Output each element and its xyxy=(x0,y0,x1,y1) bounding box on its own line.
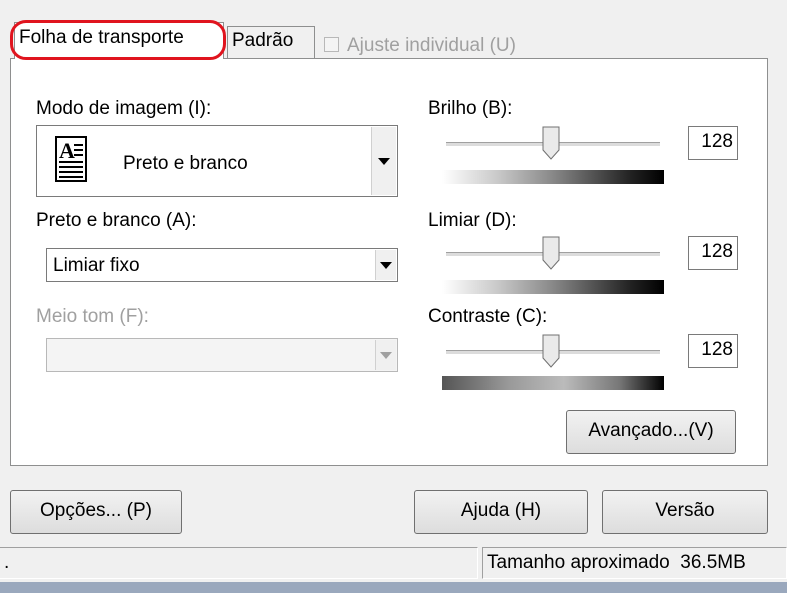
bw-select[interactable]: Limiar fixo xyxy=(46,248,398,282)
status-cell-size: Tamanho aproximado 36.5MB xyxy=(482,547,787,579)
brightness-gradient xyxy=(442,170,664,184)
threshold-gradient xyxy=(442,280,664,294)
halftone-label: Meio tom (F): xyxy=(36,306,149,327)
brightness-slider-thumb[interactable] xyxy=(542,126,560,160)
document-text-icon: A xyxy=(55,136,87,182)
brightness-label: Brilho (B): xyxy=(428,98,513,119)
image-mode-value: Preto e branco xyxy=(123,153,248,174)
tab-highlight-ring xyxy=(10,20,226,60)
bw-label: Preto e branco (A): xyxy=(36,210,197,231)
svg-text:A: A xyxy=(59,138,75,163)
threshold-label: Limiar (D): xyxy=(428,210,517,231)
contrast-slider-thumb[interactable] xyxy=(542,334,560,368)
status-left-text: . xyxy=(4,552,10,573)
image-mode-label: Modo de imagem (I): xyxy=(36,98,212,119)
bw-value: Limiar fixo xyxy=(53,255,140,276)
options-button[interactable]: Opções... (P) xyxy=(10,490,182,534)
individual-adjust-checkbox[interactable] xyxy=(324,37,339,52)
help-button[interactable]: Ajuda (H) xyxy=(414,490,588,534)
halftone-select[interactable] xyxy=(46,338,398,372)
threshold-slider-thumb[interactable] xyxy=(542,236,560,270)
threshold-value-field[interactable]: 128 xyxy=(688,236,738,270)
chevron-down-icon[interactable] xyxy=(371,127,396,195)
window-bottom-border xyxy=(0,582,787,593)
brightness-value-field[interactable]: 128 xyxy=(688,126,738,160)
approx-size-text: Tamanho aproximado 36.5MB xyxy=(487,552,746,573)
image-mode-select[interactable]: A Preto e branco xyxy=(36,125,398,197)
individual-adjust-label: Ajuste individual (U) xyxy=(347,35,516,56)
chevron-down-icon[interactable] xyxy=(375,250,396,280)
tab-label: Padrão xyxy=(232,30,294,51)
status-cell-left: . xyxy=(0,547,478,579)
contrast-label: Contraste (C): xyxy=(428,306,548,327)
version-button[interactable]: Versão xyxy=(602,490,768,534)
contrast-gradient xyxy=(442,376,664,390)
chevron-down-icon[interactable] xyxy=(375,340,396,370)
tab-padrao[interactable]: Padrão xyxy=(227,26,315,59)
contrast-value-field[interactable]: 128 xyxy=(688,334,738,368)
advanced-button[interactable]: Avançado...(V) xyxy=(566,410,736,454)
